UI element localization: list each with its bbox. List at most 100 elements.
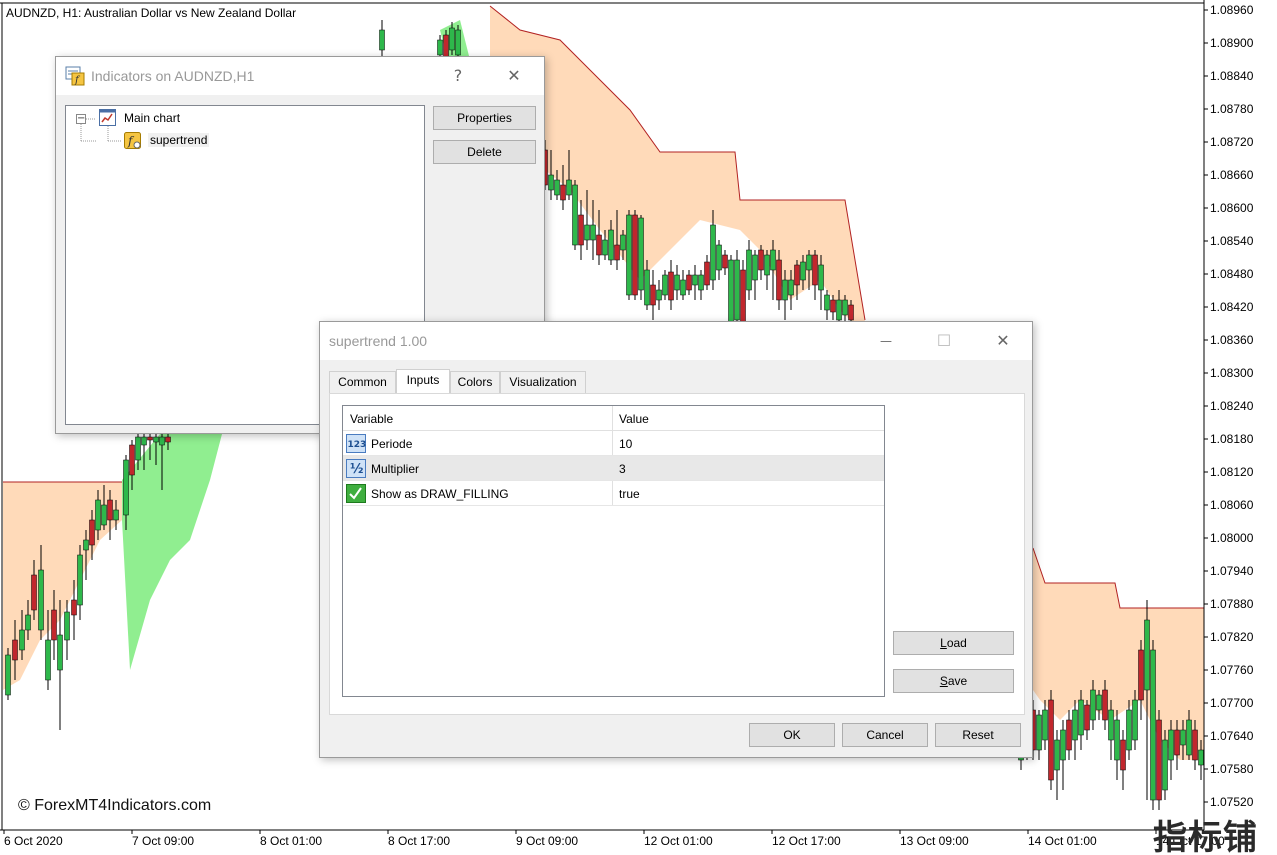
price-tick-label: 1.08240	[1210, 399, 1254, 413]
candle-body	[680, 279, 686, 296]
tab-inputs[interactable]: Inputs	[396, 369, 450, 394]
variable-value[interactable]: 10	[619, 437, 632, 451]
ok-button[interactable]: OK	[749, 723, 835, 747]
candle-body	[141, 436, 147, 446]
inputs-grid[interactable]: Variable Value 123 Periode 10 ½ Multipli…	[342, 405, 885, 697]
candle-body	[57, 634, 63, 671]
price-axis-ticks	[1204, 9, 1208, 803]
candle-body	[5, 654, 11, 696]
candle-body	[1156, 719, 1162, 801]
candle-body	[1138, 649, 1144, 701]
price-tick-label: 1.08060	[1210, 498, 1254, 512]
candle-body	[19, 629, 25, 651]
column-variable[interactable]: Variable	[350, 412, 393, 426]
help-button[interactable]: ?	[443, 63, 473, 89]
variable-value[interactable]: 3	[619, 462, 626, 476]
tab-colors[interactable]: Colors	[450, 371, 500, 393]
properties-button[interactable]: Properties	[433, 106, 536, 130]
close-icon[interactable]: ✕	[988, 328, 1018, 354]
candle-body	[662, 274, 668, 296]
candle-body	[1078, 699, 1084, 736]
delete-button[interactable]: Delete	[433, 140, 536, 164]
variable-name: Show as DRAW_FILLING	[371, 487, 509, 501]
tab-visualization[interactable]: Visualization	[500, 371, 586, 393]
price-tick-label: 1.08300	[1210, 366, 1254, 380]
tree-expander[interactable]: −	[76, 114, 86, 124]
candle-body	[1066, 719, 1072, 751]
candle-body	[159, 436, 165, 446]
price-tick-label: 1.08480	[1210, 267, 1254, 281]
candle-body	[71, 599, 77, 616]
candle-body	[1144, 619, 1150, 691]
maximize-icon[interactable]: ☐	[929, 328, 959, 354]
load-button[interactable]: Load	[893, 631, 1014, 655]
candle-body	[1042, 709, 1048, 741]
indicators-title-bar[interactable]: f Indicators on AUDNZD,H1 ? ✕	[56, 57, 544, 95]
save-button[interactable]: Save	[893, 669, 1014, 693]
candle-body	[101, 504, 107, 526]
price-tick-label: 1.08600	[1210, 201, 1254, 215]
candle-body	[1072, 709, 1078, 741]
candle-body	[614, 244, 620, 261]
candle-body	[704, 261, 710, 286]
candle-body	[824, 294, 830, 311]
candle-body	[1186, 719, 1192, 756]
cancel-button[interactable]: Cancel	[842, 723, 928, 747]
tree-item-supertrend[interactable]: supertrend	[148, 133, 210, 147]
candle-body	[602, 239, 608, 256]
variable-name: Multiplier	[371, 462, 420, 476]
candle-body	[632, 214, 638, 296]
table-row-periode[interactable]: 123 Periode 10	[343, 431, 884, 456]
tab-common[interactable]: Common	[329, 371, 396, 393]
supertrend-window-title: supertrend 1.00	[329, 333, 428, 349]
price-tick-label: 1.08420	[1210, 300, 1254, 314]
price-tick-label: 1.08720	[1210, 135, 1254, 149]
integer-icon: 123	[346, 434, 366, 453]
candle-body	[554, 179, 560, 196]
table-row-draw-filling[interactable]: Show as DRAW_FILLING true	[343, 481, 884, 506]
candle-body	[818, 264, 824, 291]
candle-body	[776, 259, 782, 301]
candle-body	[1168, 729, 1174, 761]
column-value[interactable]: Value	[619, 412, 649, 426]
candle-body	[716, 244, 722, 271]
candle-body	[638, 217, 644, 291]
candle-body	[1090, 689, 1096, 721]
candle-body	[153, 436, 159, 443]
candle-body	[782, 279, 788, 301]
supertrend-window: supertrend 1.00 — ☐ ✕ Common Inputs Colo…	[319, 321, 1033, 758]
candle-body	[455, 29, 461, 56]
candle-body	[1084, 704, 1090, 731]
candle-body	[728, 259, 734, 323]
candle-body	[64, 611, 70, 641]
price-tick-label: 1.07760	[1210, 663, 1254, 677]
table-row-multiplier[interactable]: ½ Multiplier 3	[343, 456, 884, 481]
candle-body	[1132, 699, 1138, 741]
candle-body	[758, 249, 764, 271]
candle-body	[644, 269, 650, 306]
candle-body	[806, 254, 812, 271]
candle-body	[710, 224, 716, 281]
grid-header: Variable Value	[343, 406, 884, 431]
candle-body	[764, 254, 770, 276]
price-tick-label: 1.08360	[1210, 333, 1254, 347]
variable-value[interactable]: true	[619, 487, 640, 501]
reset-button[interactable]: Reset	[935, 723, 1021, 747]
candle-body	[107, 499, 113, 521]
supertrend-title-bar[interactable]: supertrend 1.00 — ☐ ✕	[320, 322, 1032, 360]
chart-icon	[99, 109, 116, 126]
candle-body	[590, 224, 596, 241]
candle-body	[566, 179, 572, 196]
candle-body	[1054, 739, 1060, 771]
time-tick-label: 14 Oct 01:00	[1028, 834, 1097, 848]
candle-body	[1162, 739, 1168, 791]
candle-body	[31, 574, 37, 611]
close-icon[interactable]: ✕	[499, 63, 529, 89]
candle-body	[698, 274, 704, 291]
candle-body	[1102, 689, 1108, 721]
minimize-icon[interactable]: —	[871, 328, 901, 354]
tree-item-main-chart[interactable]: Main chart	[124, 111, 180, 125]
price-tick-label: 1.08540	[1210, 234, 1254, 248]
price-tick-label: 1.07880	[1210, 597, 1254, 611]
candle-body	[668, 271, 674, 301]
